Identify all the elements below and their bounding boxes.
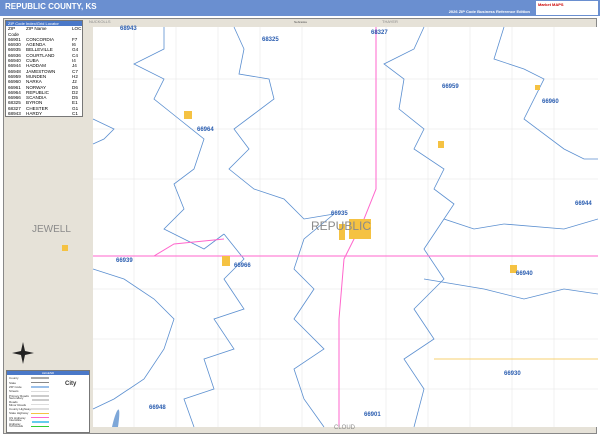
legend-swatch	[31, 425, 49, 428]
zip-label: 68325	[262, 37, 279, 43]
zip-index-table: ZIP Code Index/Grid Locator ZIP Code ZIP …	[5, 20, 83, 118]
zip-label: 66930	[504, 371, 521, 377]
zip-table-row: 68943 HARDY C1	[6, 111, 82, 116]
legend-swatch	[31, 395, 49, 397]
col-header: LOC	[72, 26, 82, 32]
edition-label: 2026 ZIP Code Business Reference Edition	[448, 9, 530, 14]
legend-city: City	[65, 381, 77, 387]
zip-label: 66959	[442, 84, 459, 90]
title-bar: REPUBLIC COUNTY, KS 2026 ZIP Code Busine…	[0, 0, 600, 16]
state-label: Nebraska	[294, 20, 307, 24]
col-header: ZIP Name	[26, 26, 47, 32]
zip-label: 66940	[516, 271, 533, 277]
county-label: THAYER	[382, 19, 398, 24]
zip-label: 66944	[575, 201, 592, 207]
legend-swatch	[31, 412, 49, 415]
legend-swatch	[31, 403, 49, 406]
legend-swatch	[31, 416, 49, 419]
zip-label: 68327	[371, 30, 388, 36]
legend-swatch	[31, 381, 49, 384]
legend-swatch	[32, 421, 49, 423]
map-title: REPUBLIC COUNTY, KS	[5, 2, 97, 11]
map-area[interactable]: 68943 68325 68327 66959 66960 66964 6693…	[3, 18, 598, 434]
zip-label: 68943	[120, 26, 137, 32]
legend-swatch	[31, 399, 49, 401]
county-label: REPUBLIC	[311, 219, 372, 233]
col-header: ZIP Code	[8, 26, 19, 37]
zip-label: 66901	[364, 412, 381, 418]
zip-cell: 68943	[8, 111, 21, 117]
zip-cell: C1	[72, 111, 78, 117]
zip-label: 66935	[331, 211, 348, 217]
zip-label: 66964	[197, 127, 214, 133]
legend-swatch	[31, 386, 49, 388]
legend-swatch	[31, 408, 49, 410]
legend-item: Toll Roads	[9, 424, 49, 428]
zip-label: 66966	[234, 263, 251, 269]
legend-swatch	[31, 390, 49, 393]
zip-table-header: ZIP Code ZIP Name LOC	[6, 26, 82, 37]
zip-cell: HARDY	[26, 111, 43, 117]
zip-label: 66948	[149, 405, 166, 411]
compass-rose-icon	[12, 342, 34, 364]
zip-label: 66960	[542, 99, 559, 105]
county-label: JEWELL	[32, 224, 71, 235]
legend-item-label: Toll Roads	[9, 424, 24, 429]
legend-swatch	[31, 377, 49, 379]
publisher-logo: Market MAPS	[536, 1, 598, 15]
county-label: CLOUD	[334, 425, 356, 431]
zip-label: 66939	[116, 258, 133, 264]
county-label: NUCKOLLS	[89, 19, 111, 24]
map-legend: LEGEND County State ZIP Code Streets Primary…	[6, 370, 90, 433]
